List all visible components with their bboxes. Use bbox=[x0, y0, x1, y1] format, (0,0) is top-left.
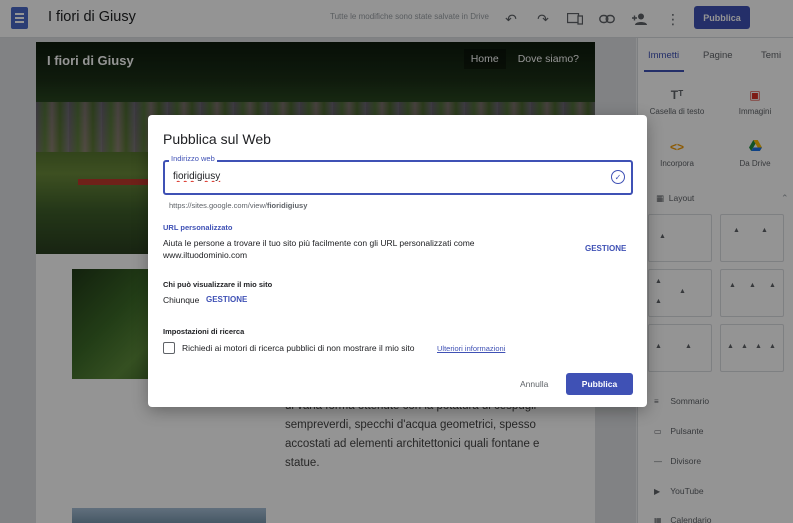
visibility-manage-button[interactable]: GESTIONE bbox=[206, 295, 247, 304]
custom-url-title: URL personalizzato bbox=[163, 223, 233, 232]
visibility-value: Chiunque bbox=[163, 295, 200, 305]
search-settings-title: Impostazioni di ricerca bbox=[163, 327, 245, 336]
web-address-label: Indirizzo web bbox=[169, 154, 217, 163]
more-info-link[interactable]: Ulteriori informazioni bbox=[437, 344, 505, 353]
dialog-title: Pubblica sul Web bbox=[163, 131, 271, 147]
publish-button[interactable]: Pubblica bbox=[566, 373, 633, 395]
custom-url-example: www.iltuodominio.com bbox=[163, 250, 248, 260]
web-address-field[interactable]: ✓ bbox=[163, 160, 633, 195]
check-circle-icon: ✓ bbox=[611, 170, 625, 184]
url-prefix: https://sites.google.com/view/ bbox=[169, 201, 267, 210]
url-suffix: fioridigiusy bbox=[266, 201, 308, 210]
visibility-title: Chi può visualizzare il mio sito bbox=[163, 280, 273, 289]
cancel-button[interactable]: Annulla bbox=[520, 379, 548, 389]
custom-url-text: Aiuta le persone a trovare il tuo sito p… bbox=[163, 238, 475, 248]
web-address-input[interactable] bbox=[173, 171, 593, 182]
custom-url-manage-button[interactable]: GESTIONE bbox=[585, 244, 626, 253]
publish-dialog: Pubblica sul Web ✓ Indirizzo web https:/… bbox=[148, 115, 647, 407]
custom-url-description: Aiuta le persone a trovare il tuo sito p… bbox=[163, 237, 475, 261]
site-url-preview: https://sites.google.com/view/fioridigiu… bbox=[169, 201, 307, 210]
search-engine-checkbox[interactable] bbox=[163, 342, 175, 354]
search-engine-checkbox-label[interactable]: Richiedi ai motori di ricerca pubblici d… bbox=[182, 343, 414, 353]
